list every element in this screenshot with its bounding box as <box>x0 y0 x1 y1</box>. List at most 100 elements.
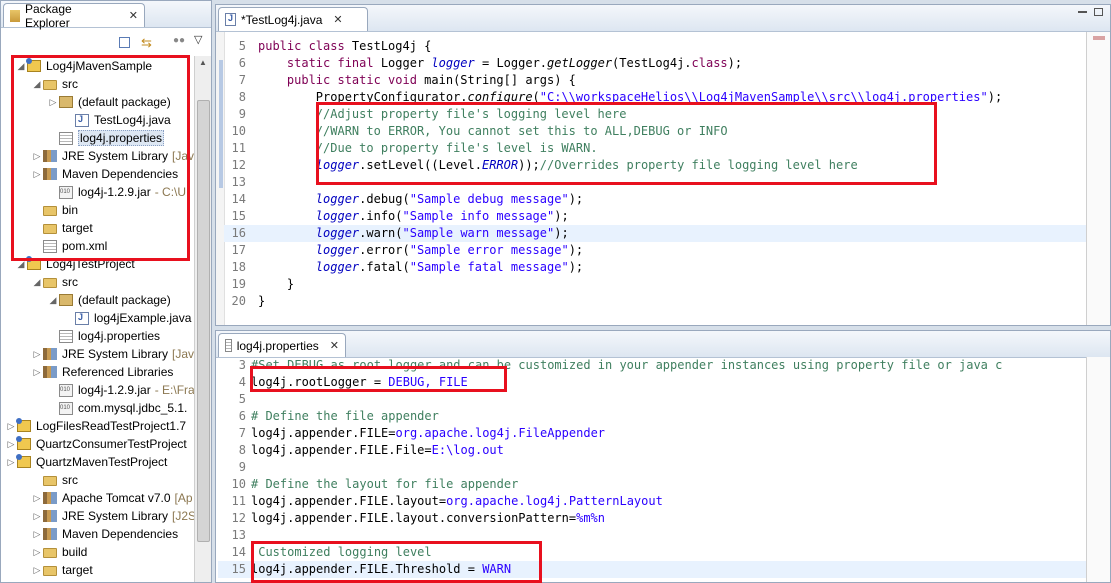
collapse-all-icon[interactable] <box>119 37 130 48</box>
expand-twistie-icon[interactable]: ▷ <box>31 547 43 558</box>
code-line[interactable]: 8 PropertyConfigurator.configure("C:\\wo… <box>224 89 1089 106</box>
view-menu-chevron-icon[interactable]: ▽ <box>194 33 202 46</box>
tree-item[interactable]: ▷ JRE System Library[J2SE <box>31 507 194 525</box>
expand-twistie-icon[interactable]: ▷ <box>31 493 43 504</box>
tree-item[interactable]: ▷ LogFilesReadTestProject1.7 <box>5 417 186 435</box>
line-number: 5 <box>238 39 246 53</box>
code-line[interactable]: 20} <box>224 293 1089 310</box>
maximize-icon[interactable] <box>1094 8 1103 16</box>
code-line[interactable]: 13 <box>224 174 1089 191</box>
code-text: logger.error("Sample error message"); <box>315 243 584 257</box>
expand-twistie-icon[interactable]: ▷ <box>5 457 17 468</box>
expand-twistie-icon[interactable]: ◢ <box>47 295 59 306</box>
tree-item[interactable]: ◢ Log4jMavenSample <box>15 57 152 75</box>
properties-code[interactable]: 3 #Set DEBUG as root logger and can be cu… <box>218 357 1086 582</box>
code-line[interactable]: 10 # Define the layout for file appender <box>218 476 1086 493</box>
scroll-up-icon[interactable]: ▲ <box>199 58 207 67</box>
code-line[interactable]: 7 public static void main(String[] args)… <box>224 72 1089 89</box>
tree-item[interactable]: ▷ JRE System Library[Java <box>31 345 194 363</box>
code-line[interactable]: 6 static final Logger logger = Logger.ge… <box>224 55 1089 72</box>
expand-twistie-icon[interactable]: ▷ <box>5 439 17 450</box>
code-line[interactable]: 17 logger.error("Sample error message"); <box>224 242 1089 259</box>
expand-twistie-icon[interactable]: ◢ <box>31 277 43 288</box>
view-menu-dots-icon[interactable]: ●● <box>173 35 185 46</box>
tree-item[interactable]: ▷ build <box>31 543 88 561</box>
expand-twistie-icon[interactable]: ▷ <box>31 151 43 162</box>
code-line[interactable]: 14 Customized logging level <box>218 544 1086 561</box>
close-icon[interactable]: ✕ <box>129 9 138 22</box>
tree-item[interactable]: ◢ src <box>31 273 78 291</box>
code-line[interactable]: 11 log4j.appender.FILE.layout=org.apache.… <box>218 493 1086 510</box>
code-line[interactable]: 10 //WARN to ERROR, You cannot set this … <box>224 123 1089 140</box>
java-code[interactable]: 5 public class TestLog4j {6 static final … <box>224 38 1089 325</box>
tree-item[interactable]: ▷ target <box>31 561 93 579</box>
tree-item[interactable]: src <box>31 471 78 489</box>
link-with-editor-icon[interactable]: ⇆ <box>141 35 152 51</box>
tree-item[interactable]: ◢ Log4jTestProject <box>15 255 135 273</box>
code-line[interactable]: 15 logger.info("Sample info message"); <box>224 208 1089 225</box>
scrollbar-thumb[interactable] <box>197 100 210 542</box>
tab-label: log4j.properties <box>236 338 319 353</box>
tree-item[interactable]: ▷ JRE System Library[Java <box>31 147 194 165</box>
tree-item[interactable]: bin <box>31 201 78 219</box>
code-line[interactable]: 13 <box>218 527 1086 544</box>
tree-item[interactable]: ◢ src <box>31 75 78 93</box>
tab-package-explorer[interactable]: Package Explorer ✕ <box>3 2 145 30</box>
tab-log4j-properties[interactable]: log4j.properties ✕ <box>218 333 346 357</box>
expand-twistie-icon[interactable]: ▷ <box>47 97 59 108</box>
explorer-scrollbar[interactable]: ▲ <box>194 56 211 582</box>
close-icon[interactable]: ✕ <box>330 339 339 352</box>
properties-scrollbar[interactable] <box>1086 357 1110 582</box>
editor-scrollbar[interactable] <box>1086 32 1110 325</box>
code-line[interactable]: 9 <box>218 459 1086 476</box>
code-line[interactable]: 11 //Due to property file's level is WAR… <box>224 140 1089 157</box>
tree-item[interactable]: log4j-1.2.9.jar- E:\Fra <box>47 381 194 399</box>
code-line[interactable]: 18 logger.fatal("Sample fatal message"); <box>224 259 1089 276</box>
tab-testlog4j-java[interactable]: *TestLog4j.java ✕ <box>218 7 368 31</box>
tree-item-label: log4j.properties <box>78 329 161 343</box>
code-line[interactable]: 12 log4j.appender.FILE.layout.conversionP… <box>218 510 1086 527</box>
tree-item[interactable]: ▷ QuartzConsumerTestProject <box>5 435 187 453</box>
tree-item[interactable]: log4j.properties <box>47 129 165 147</box>
expand-twistie-icon[interactable]: ▷ <box>31 349 43 360</box>
expand-twistie-icon[interactable]: ▷ <box>31 169 43 180</box>
tree-item[interactable]: ▷ Maven Dependencies <box>31 165 179 183</box>
tree-item[interactable]: pom.xml <box>31 237 107 255</box>
close-icon[interactable]: ✕ <box>333 13 342 26</box>
expand-twistie-icon[interactable]: ▷ <box>31 511 43 522</box>
expand-twistie-icon[interactable]: ◢ <box>31 79 43 90</box>
expand-twistie-icon[interactable]: ◢ <box>15 259 27 270</box>
tree-item[interactable]: log4jExample.java <box>63 309 191 327</box>
tree-item-label: TestLog4j.java <box>94 113 171 127</box>
code-line[interactable]: 5 public class TestLog4j { <box>224 38 1089 55</box>
code-line[interactable]: 7 log4j.appender.FILE=org.apache.log4j.Fi… <box>218 425 1086 442</box>
code-line[interactable]: 8 log4j.appender.FILE.File=E:\log.out <box>218 442 1086 459</box>
tree-item[interactable]: com.mysql.jdbc_5.1. <box>47 399 187 417</box>
tree-item[interactable]: ▷ QuartzMavenTestProject <box>5 453 167 471</box>
tree-item[interactable]: ▷ Maven Dependencies <box>31 525 179 543</box>
tree-item[interactable]: TestLog4j.java <box>63 111 171 129</box>
expand-twistie-icon[interactable]: ◢ <box>15 61 27 72</box>
tree-item[interactable]: ▷ Apache Tomcat v7.0 [Ap <box>31 489 193 507</box>
minimize-icon[interactable] <box>1078 11 1087 13</box>
tree-item[interactable]: ▷ Referenced Libraries <box>31 363 174 381</box>
code-line[interactable]: 6 # Define the file appender <box>218 408 1086 425</box>
code-line[interactable]: 3 #Set DEBUG as root logger and can be cu… <box>218 357 1086 374</box>
tree-item[interactable]: log4j-1.2.9.jar- C:\U <box>47 183 186 201</box>
expand-twistie-icon[interactable]: ▷ <box>31 529 43 540</box>
expand-twistie-icon[interactable]: ▷ <box>31 367 43 378</box>
expand-twistie-icon[interactable]: ▷ <box>31 565 43 576</box>
expand-twistie-icon[interactable]: ▷ <box>5 421 17 432</box>
code-line[interactable]: 12 logger.setLevel((Level.ERROR));//Over… <box>224 157 1089 174</box>
code-line[interactable]: 14 logger.debug("Sample debug message"); <box>224 191 1089 208</box>
tree-item[interactable]: log4j.properties <box>47 327 160 345</box>
tree-item[interactable]: target <box>31 219 93 237</box>
code-line[interactable]: 4 log4j.rootLogger = DEBUG, FILE <box>218 374 1086 391</box>
tree-item[interactable]: ▷ (default package) <box>47 93 171 111</box>
code-line[interactable]: 15 log4j.appender.FILE.Threshold = WARN <box>218 561 1086 578</box>
code-line[interactable]: 9 //Adjust property file's logging level… <box>224 106 1089 123</box>
code-line[interactable]: 5 <box>218 391 1086 408</box>
tree-item[interactable]: ◢ (default package) <box>47 291 171 309</box>
code-line[interactable]: 16 logger.warn("Sample warn message"); <box>224 225 1089 242</box>
code-line[interactable]: 19 } <box>224 276 1089 293</box>
